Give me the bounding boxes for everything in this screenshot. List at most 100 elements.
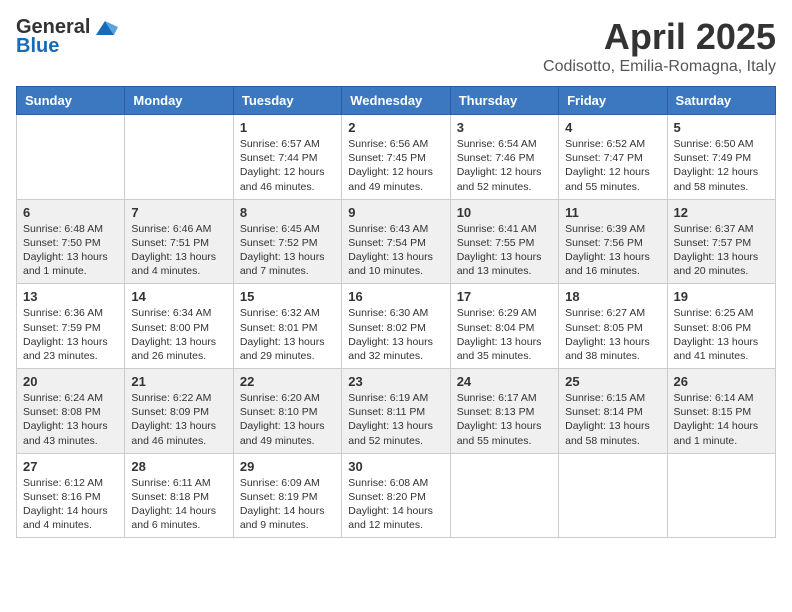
day-info: Sunrise: 6:25 AM Sunset: 8:06 PM Dayligh… — [674, 306, 769, 363]
location-title: Codisotto, Emilia-Romagna, Italy — [543, 58, 776, 76]
calendar-cell: 8 Sunrise: 6:45 AM Sunset: 7:52 PM Daylig… — [233, 199, 341, 284]
calendar-week-row: 1 Sunrise: 6:57 AM Sunset: 7:44 PM Daylig… — [17, 115, 776, 200]
calendar-cell: 1 Sunrise: 6:57 AM Sunset: 7:44 PM Daylig… — [233, 115, 341, 200]
weekday-header-thursday: Thursday — [450, 87, 558, 115]
day-info: Sunrise: 6:54 AM Sunset: 7:46 PM Dayligh… — [457, 137, 552, 194]
weekday-header-wednesday: Wednesday — [342, 87, 450, 115]
calendar-cell: 30 Sunrise: 6:08 AM Sunset: 8:20 PM Dayli… — [342, 453, 450, 538]
day-number: 21 — [131, 374, 226, 389]
calendar-cell: 21 Sunrise: 6:22 AM Sunset: 8:09 PM Dayli… — [125, 369, 233, 454]
day-info: Sunrise: 6:36 AM Sunset: 7:59 PM Dayligh… — [23, 306, 118, 363]
calendar-cell: 2Sunrise: 6:56 AM Sunset: 7:45 PM Daylig… — [342, 115, 450, 200]
day-number: 3 — [457, 120, 552, 135]
calendar-cell: 6Sunrise: 6:48 AM Sunset: 7:50 PM Daylig… — [17, 199, 125, 284]
day-info: Sunrise: 6:20 AM Sunset: 8:10 PM Dayligh… — [240, 391, 335, 448]
calendar-cell: 12Sunrise: 6:37 AM Sunset: 7:57 PM Dayli… — [667, 199, 775, 284]
title-area: April 2025 Codisotto, Emilia-Romagna, It… — [543, 16, 776, 76]
day-info: Sunrise: 6:17 AM Sunset: 8:13 PM Dayligh… — [457, 391, 552, 448]
day-number: 10 — [457, 205, 552, 220]
day-info: Sunrise: 6:56 AM Sunset: 7:45 PM Dayligh… — [348, 137, 443, 194]
calendar-cell: 4 Sunrise: 6:52 AM Sunset: 7:47 PM Daylig… — [559, 115, 667, 200]
weekday-header-monday: Monday — [125, 87, 233, 115]
day-info: Sunrise: 6:57 AM Sunset: 7:44 PM Dayligh… — [240, 137, 335, 194]
calendar-cell — [559, 453, 667, 538]
day-info: Sunrise: 6:09 AM Sunset: 8:19 PM Dayligh… — [240, 476, 335, 533]
day-info: Sunrise: 6:15 AM Sunset: 8:14 PM Dayligh… — [565, 391, 660, 448]
calendar-table: SundayMondayTuesdayWednesdayThursdayFrid… — [16, 86, 776, 538]
calendar-week-row: 6Sunrise: 6:48 AM Sunset: 7:50 PM Daylig… — [17, 199, 776, 284]
day-info: Sunrise: 6:46 AM Sunset: 7:51 PM Dayligh… — [131, 222, 226, 279]
day-number: 24 — [457, 374, 552, 389]
weekday-header-row: SundayMondayTuesdayWednesdayThursdayFrid… — [17, 87, 776, 115]
calendar-cell — [450, 453, 558, 538]
weekday-header-saturday: Saturday — [667, 87, 775, 115]
calendar-cell: 14Sunrise: 6:34 AM Sunset: 8:00 PM Dayli… — [125, 284, 233, 369]
day-number: 4 — [565, 120, 660, 135]
calendar-cell: 23 Sunrise: 6:19 AM Sunset: 8:11 PM Dayli… — [342, 369, 450, 454]
logo: General Blue — [16, 16, 118, 58]
calendar-cell: 24 Sunrise: 6:17 AM Sunset: 8:13 PM Dayli… — [450, 369, 558, 454]
calendar-cell: 9Sunrise: 6:43 AM Sunset: 7:54 PM Daylig… — [342, 199, 450, 284]
day-info: Sunrise: 6:50 AM Sunset: 7:49 PM Dayligh… — [674, 137, 769, 194]
calendar-cell: 15Sunrise: 6:32 AM Sunset: 8:01 PM Dayli… — [233, 284, 341, 369]
page-header: General Blue April 2025 Codisotto, Emili… — [16, 16, 776, 76]
day-number: 12 — [674, 205, 769, 220]
day-number: 23 — [348, 374, 443, 389]
day-info: Sunrise: 6:32 AM Sunset: 8:01 PM Dayligh… — [240, 306, 335, 363]
calendar-cell: 29Sunrise: 6:09 AM Sunset: 8:19 PM Dayli… — [233, 453, 341, 538]
calendar-cell — [125, 115, 233, 200]
calendar-cell: 7 Sunrise: 6:46 AM Sunset: 7:51 PM Daylig… — [125, 199, 233, 284]
calendar-cell: 20 Sunrise: 6:24 AM Sunset: 8:08 PM Dayli… — [17, 369, 125, 454]
day-number: 6 — [23, 205, 118, 220]
calendar-cell: 28 Sunrise: 6:11 AM Sunset: 8:18 PM Dayli… — [125, 453, 233, 538]
weekday-header-tuesday: Tuesday — [233, 87, 341, 115]
day-number: 8 — [240, 205, 335, 220]
weekday-header-sunday: Sunday — [17, 87, 125, 115]
calendar-cell: 22 Sunrise: 6:20 AM Sunset: 8:10 PM Dayli… — [233, 369, 341, 454]
day-number: 28 — [131, 459, 226, 474]
month-title: April 2025 — [543, 16, 776, 58]
day-number: 18 — [565, 289, 660, 304]
day-number: 19 — [674, 289, 769, 304]
day-info: Sunrise: 6:41 AM Sunset: 7:55 PM Dayligh… — [457, 222, 552, 279]
day-info: Sunrise: 6:52 AM Sunset: 7:47 PM Dayligh… — [565, 137, 660, 194]
day-number: 14 — [131, 289, 226, 304]
day-info: Sunrise: 6:39 AM Sunset: 7:56 PM Dayligh… — [565, 222, 660, 279]
day-info: Sunrise: 6:45 AM Sunset: 7:52 PM Dayligh… — [240, 222, 335, 279]
calendar-cell: 11Sunrise: 6:39 AM Sunset: 7:56 PM Dayli… — [559, 199, 667, 284]
day-info: Sunrise: 6:12 AM Sunset: 8:16 PM Dayligh… — [23, 476, 118, 533]
calendar-cell: 27 Sunrise: 6:12 AM Sunset: 8:16 PM Dayli… — [17, 453, 125, 538]
day-info: Sunrise: 6:11 AM Sunset: 8:18 PM Dayligh… — [131, 476, 226, 533]
calendar-week-row: 27 Sunrise: 6:12 AM Sunset: 8:16 PM Dayli… — [17, 453, 776, 538]
weekday-header-friday: Friday — [559, 87, 667, 115]
day-number: 22 — [240, 374, 335, 389]
calendar-cell: 5 Sunrise: 6:50 AM Sunset: 7:49 PM Daylig… — [667, 115, 775, 200]
calendar-week-row: 13Sunrise: 6:36 AM Sunset: 7:59 PM Dayli… — [17, 284, 776, 369]
calendar-cell: 26 Sunrise: 6:14 AM Sunset: 8:15 PM Dayli… — [667, 369, 775, 454]
day-number: 1 — [240, 120, 335, 135]
day-info: Sunrise: 6:30 AM Sunset: 8:02 PM Dayligh… — [348, 306, 443, 363]
day-info: Sunrise: 6:08 AM Sunset: 8:20 PM Dayligh… — [348, 476, 443, 533]
day-info: Sunrise: 6:19 AM Sunset: 8:11 PM Dayligh… — [348, 391, 443, 448]
calendar-cell: 25 Sunrise: 6:15 AM Sunset: 8:14 PM Dayli… — [559, 369, 667, 454]
day-info: Sunrise: 6:24 AM Sunset: 8:08 PM Dayligh… — [23, 391, 118, 448]
day-info: Sunrise: 6:14 AM Sunset: 8:15 PM Dayligh… — [674, 391, 769, 448]
calendar-cell: 13Sunrise: 6:36 AM Sunset: 7:59 PM Dayli… — [17, 284, 125, 369]
calendar-cell: 19 Sunrise: 6:25 AM Sunset: 8:06 PM Dayli… — [667, 284, 775, 369]
calendar-cell: 10 Sunrise: 6:41 AM Sunset: 7:55 PM Dayli… — [450, 199, 558, 284]
day-number: 7 — [131, 205, 226, 220]
calendar-cell: 18 Sunrise: 6:27 AM Sunset: 8:05 PM Dayli… — [559, 284, 667, 369]
day-info: Sunrise: 6:27 AM Sunset: 8:05 PM Dayligh… — [565, 306, 660, 363]
day-number: 9 — [348, 205, 443, 220]
calendar-cell: 17Sunrise: 6:29 AM Sunset: 8:04 PM Dayli… — [450, 284, 558, 369]
day-number: 16 — [348, 289, 443, 304]
day-number: 26 — [674, 374, 769, 389]
day-number: 5 — [674, 120, 769, 135]
day-number: 30 — [348, 459, 443, 474]
day-number: 25 — [565, 374, 660, 389]
day-number: 20 — [23, 374, 118, 389]
day-number: 27 — [23, 459, 118, 474]
calendar-cell: 3 Sunrise: 6:54 AM Sunset: 7:46 PM Daylig… — [450, 115, 558, 200]
logo-blue-text: Blue — [16, 35, 59, 58]
day-info: Sunrise: 6:22 AM Sunset: 8:09 PM Dayligh… — [131, 391, 226, 448]
